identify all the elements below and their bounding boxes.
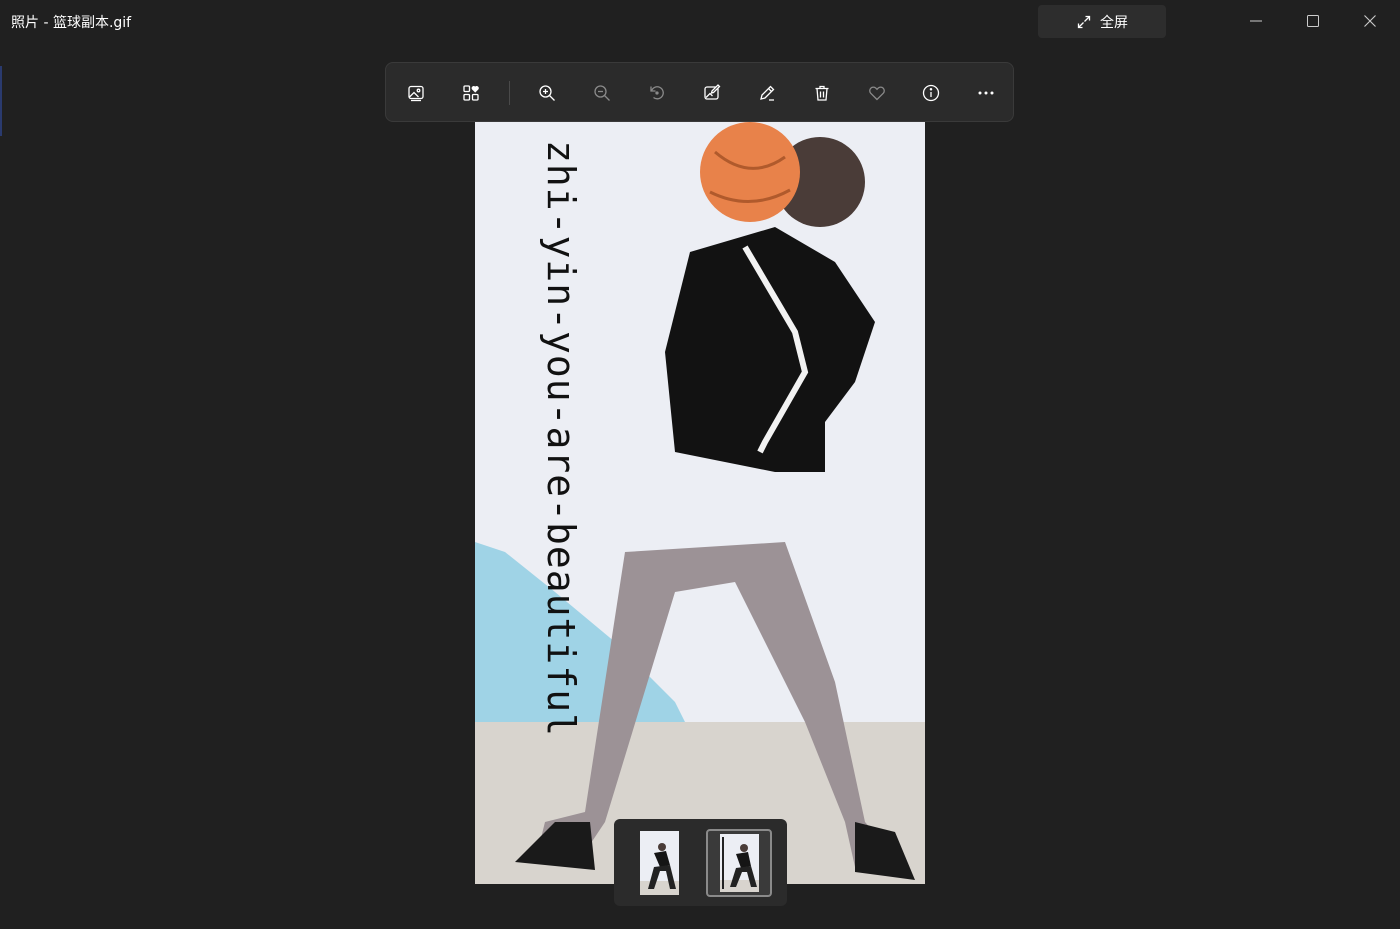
more-button[interactable] [970, 77, 1002, 109]
maximize-icon [1307, 15, 1319, 27]
thumbnail-2-image [719, 834, 759, 892]
title-bar: 照片 - 篮球副本.gif 全屏 [0, 0, 1400, 44]
close-icon [1364, 15, 1376, 27]
fullscreen-label: 全屏 [1100, 14, 1128, 31]
draw-button[interactable] [751, 77, 783, 109]
thumbnail-1-image [639, 831, 679, 895]
favorite-icon [869, 86, 885, 101]
photo-caption-text: zhi-yin-you-are-beautiful [539, 140, 583, 737]
thumbnail-2[interactable] [706, 829, 772, 897]
more-icon [978, 91, 994, 95]
zoom-in-icon [539, 85, 555, 101]
toolbar-separator [509, 81, 510, 105]
fullscreen-button[interactable]: 全屏 [1038, 5, 1166, 38]
info-button[interactable] [915, 77, 947, 109]
maximize-button[interactable] [1298, 8, 1328, 34]
image-toolbar [385, 62, 1014, 122]
view-image-icon [408, 85, 424, 102]
edit-image-icon [704, 84, 721, 100]
expand-icon [1077, 15, 1091, 28]
minimize-icon [1250, 20, 1262, 22]
thumbnail-1[interactable] [626, 829, 692, 897]
rotate-icon [650, 86, 664, 100]
edit-image-button[interactable] [696, 77, 728, 109]
draw-icon [760, 85, 775, 101]
minimize-button[interactable] [1241, 8, 1271, 34]
zoom-in-button[interactable] [531, 77, 563, 109]
collections-button[interactable] [455, 77, 487, 109]
zoom-out-icon [594, 85, 610, 101]
delete-icon [815, 85, 829, 101]
main-image[interactable]: zhi-yin-you-are-beautiful [475, 122, 925, 884]
favorite-button[interactable] [861, 77, 893, 109]
delete-button[interactable] [806, 77, 838, 109]
zoom-out-button[interactable] [586, 77, 618, 109]
view-image-button[interactable] [400, 77, 432, 109]
filmstrip [614, 819, 787, 906]
rotate-button[interactable] [641, 77, 673, 109]
window-edge-accent [0, 66, 2, 136]
collections-icon [463, 85, 479, 101]
close-button[interactable] [1355, 8, 1385, 34]
info-icon [922, 84, 940, 102]
window-title: 照片 - 篮球副本.gif [11, 15, 132, 31]
